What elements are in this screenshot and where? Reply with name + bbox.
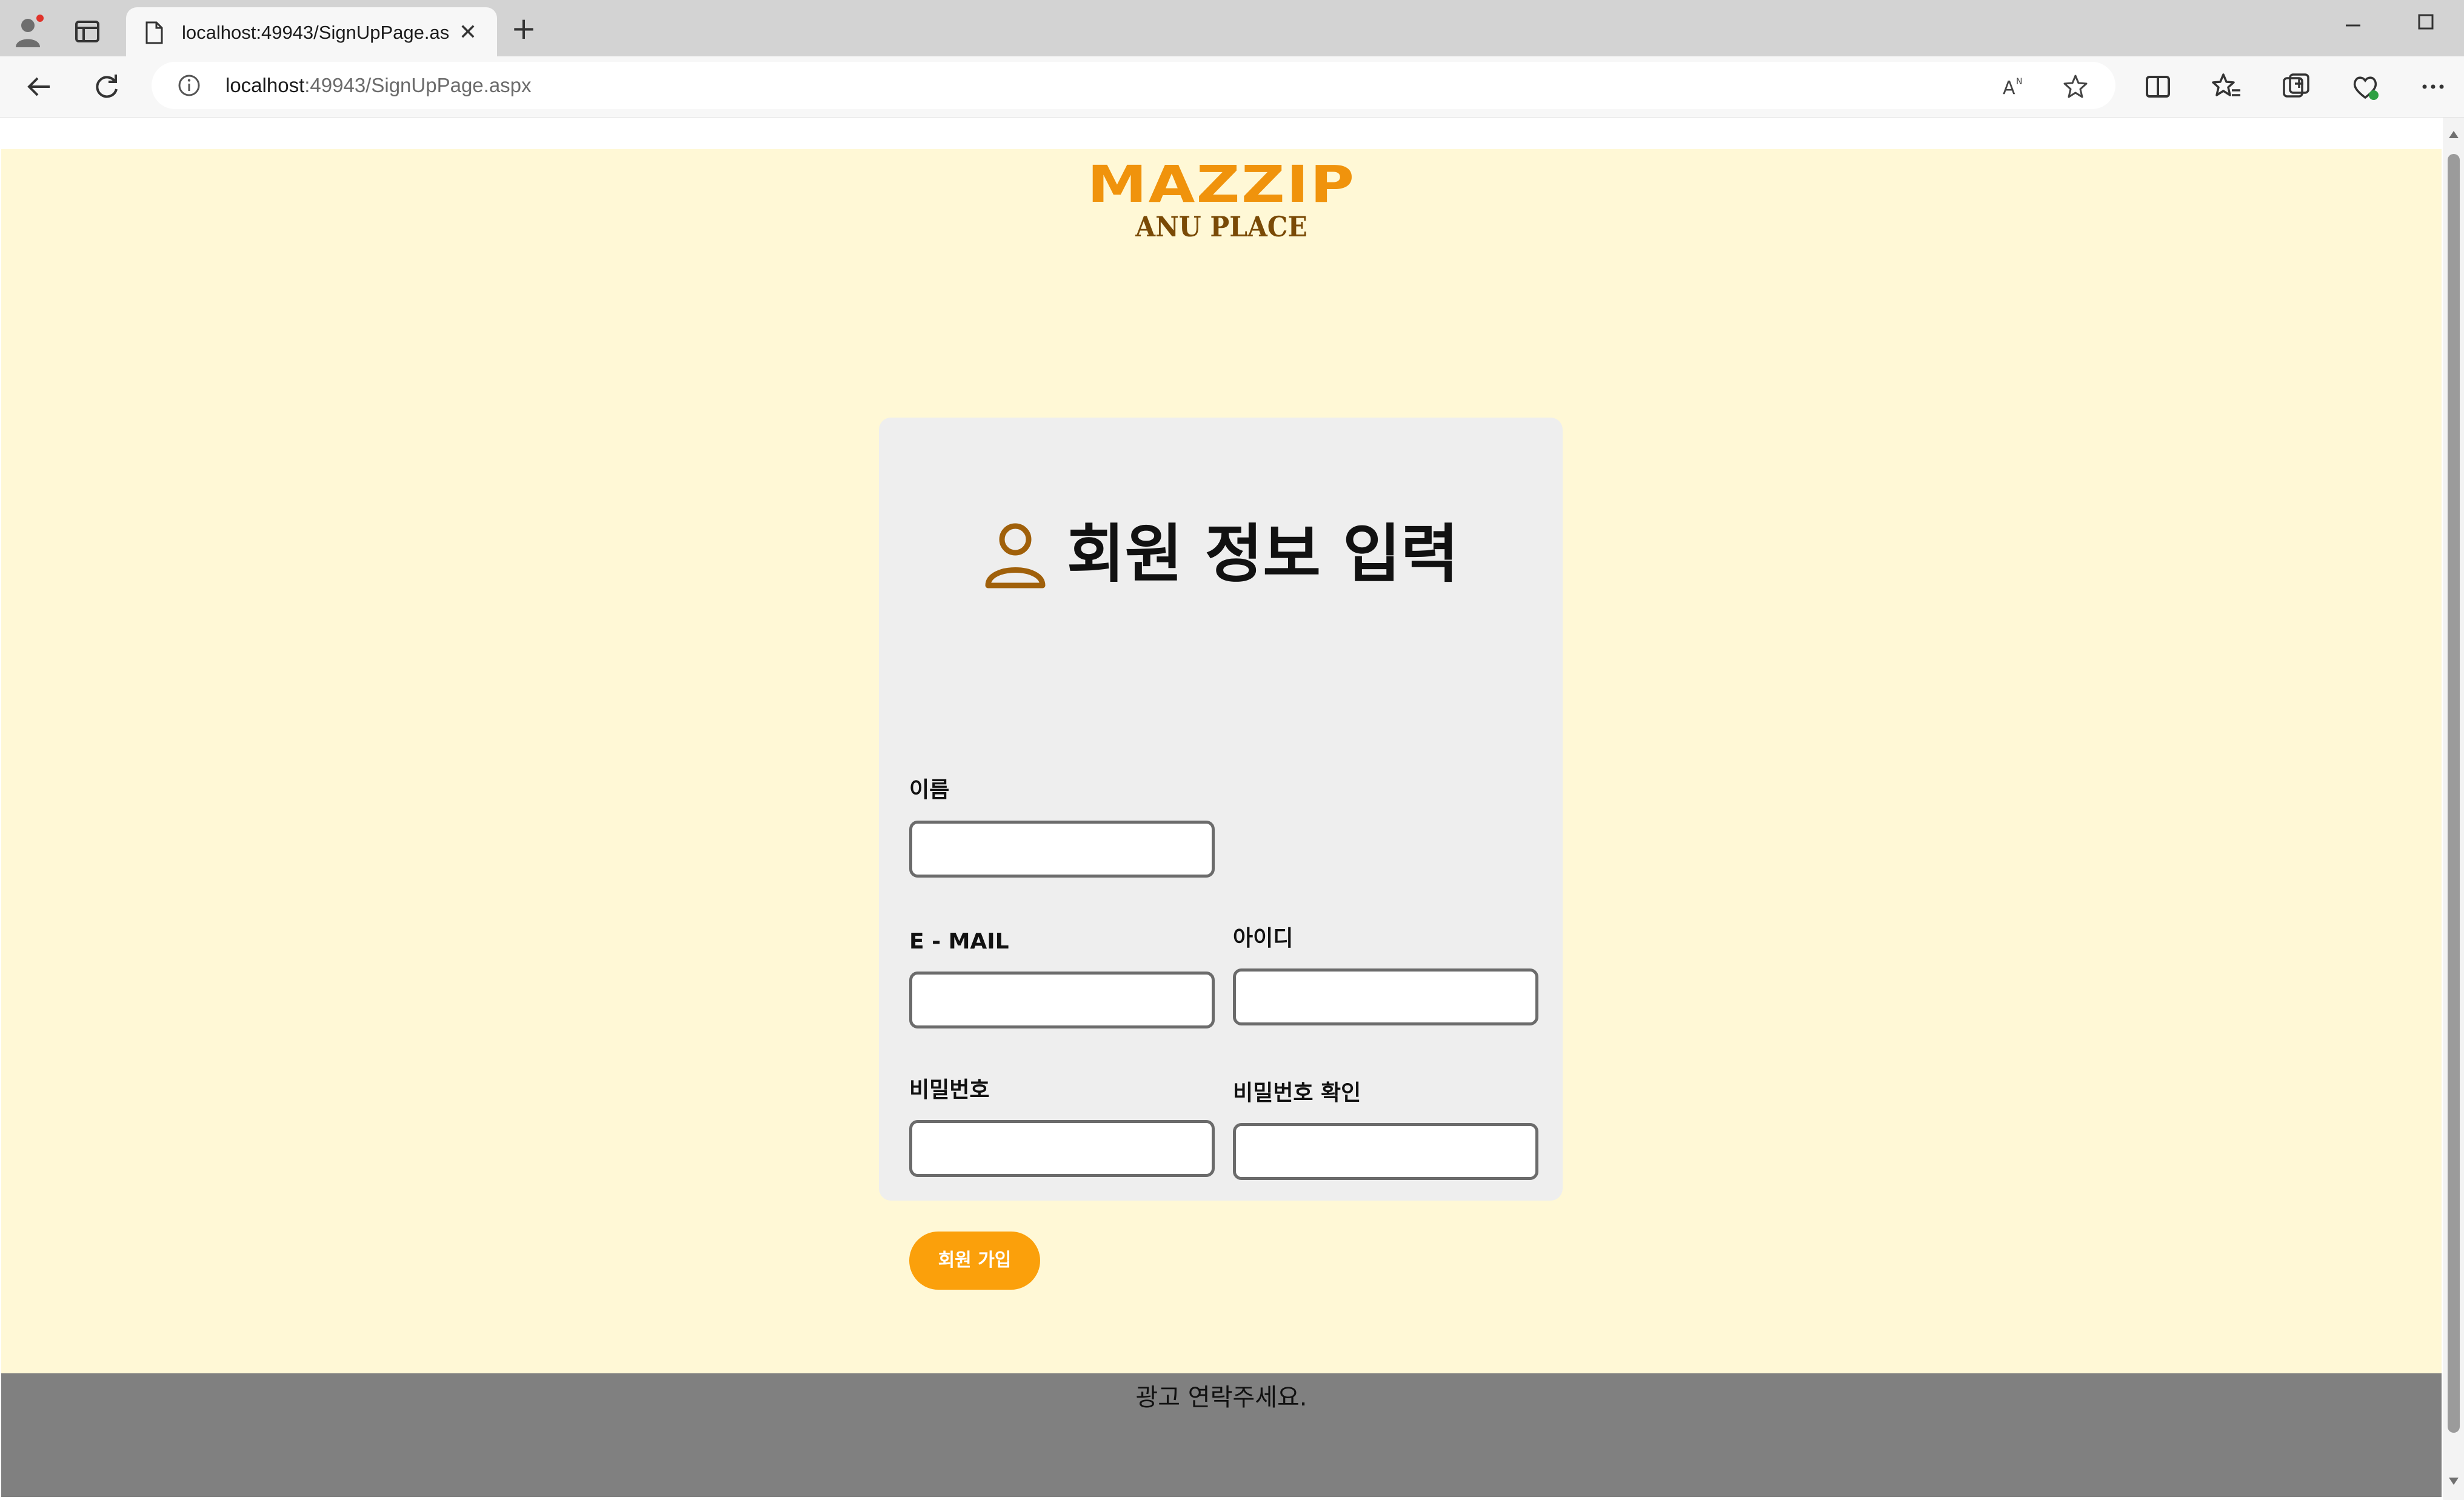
back-icon[interactable] [23, 71, 55, 102]
browser-tab[interactable]: localhost:49943/SignUpPage.aspx ✕ [126, 7, 497, 56]
split-screen-icon[interactable] [2142, 71, 2174, 102]
browser-essentials-icon[interactable] [2349, 71, 2381, 102]
signup-button[interactable]: 회원 가입 [909, 1232, 1040, 1290]
form-title: 회원 정보 입력 [1067, 517, 1459, 591]
url-path: :49943/SignUpPage.aspx [304, 74, 532, 96]
id-input[interactable] [1233, 968, 1538, 1025]
more-icon[interactable] [2417, 71, 2449, 102]
footer-text: 광고 연락주세요. [1135, 1384, 1307, 1412]
favorites-icon[interactable] [2211, 71, 2243, 102]
signup-card: 회원 정보 입력 이름 E - MAIL 아이디 비밀번호 비밀번호 확인 회원… [879, 418, 1563, 1290]
page-viewport: MAZZIP ANU PLACE 회원 정보 입력 이름 E - MAIL 아이… [0, 118, 2443, 1500]
email-input[interactable] [909, 972, 1215, 1028]
refresh-icon[interactable] [91, 71, 122, 102]
name-label: 이름 [909, 778, 950, 802]
email-label: E - MAIL [909, 929, 1009, 954]
name-input[interactable] [909, 821, 1215, 878]
maximize-icon[interactable] [2412, 8, 2439, 35]
url-host: localhost [225, 74, 305, 96]
browser-tabstrip: localhost:49943/SignUpPage.aspx ✕ + [0, 0, 2464, 56]
collections-icon[interactable] [2280, 71, 2312, 102]
user-icon [982, 518, 1049, 590]
logo-sub: ANU PLACE [1135, 210, 1307, 243]
new-tab-button[interactable]: + [509, 13, 538, 44]
svg-text:A: A [2003, 78, 2015, 99]
tab-close-icon[interactable]: ✕ [456, 21, 480, 45]
minimize-icon[interactable] [2340, 12, 2366, 39]
id-label: 아이디 [1233, 926, 1294, 951]
tab-actions-icon[interactable] [73, 17, 102, 46]
password-confirm-input[interactable] [1233, 1123, 1538, 1180]
scroll-down-icon[interactable] [2446, 1474, 2461, 1488]
address-bar[interactable]: localhost:49943/SignUpPage.aspx A N [152, 62, 2115, 109]
tab-title: localhost:49943/SignUpPage.aspx [182, 22, 449, 43]
logo-main[interactable]: MAZZIP [1067, 154, 1375, 215]
favorite-star-icon[interactable] [2062, 73, 2089, 100]
password-confirm-label: 비밀번호 확인 [1233, 1081, 1361, 1105]
profile-icon[interactable] [11, 13, 47, 50]
svg-text:N: N [2016, 77, 2022, 87]
scroll-thumb[interactable] [2448, 154, 2460, 1433]
read-aloud-icon[interactable]: A N [2000, 73, 2027, 100]
password-label: 비밀번호 [909, 1078, 990, 1102]
footer: 광고 연락주세요. [1, 1373, 2442, 1497]
scroll-up-icon[interactable] [2446, 127, 2461, 142]
url-text[interactable]: localhost:49943/SignUpPage.aspx [225, 72, 532, 99]
browser-toolbar: localhost:49943/SignUpPage.aspx A N [0, 56, 2464, 118]
password-input[interactable] [909, 1120, 1215, 1177]
info-icon[interactable] [177, 73, 201, 98]
vertical-scrollbar[interactable] [2443, 118, 2464, 1500]
page-icon [143, 21, 165, 45]
